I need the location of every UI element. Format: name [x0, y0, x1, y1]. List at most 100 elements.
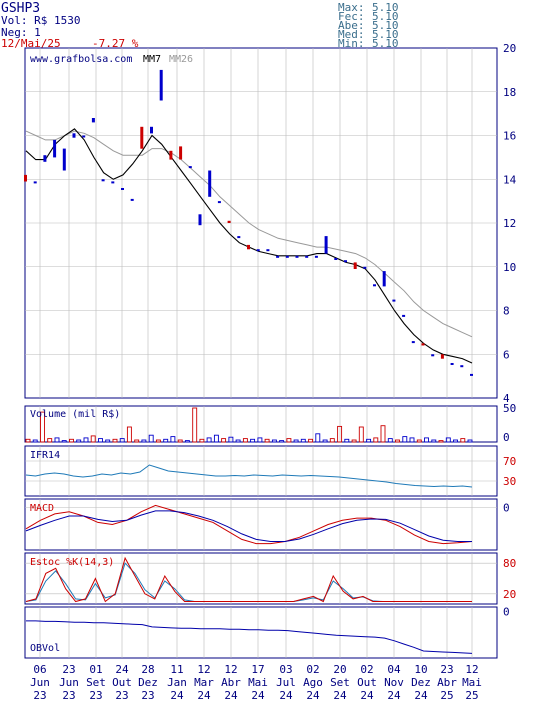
price-candle	[72, 133, 76, 138]
price-candle	[295, 255, 299, 258]
x-tick-month-6: Mar	[194, 676, 214, 689]
price-candle	[169, 150, 173, 160]
x-tick-year-12: 24	[360, 689, 374, 702]
price-candle	[460, 365, 464, 368]
price-y-tick-8: 20	[503, 42, 516, 55]
price-candle	[150, 126, 153, 134]
x-tick-year-2: 23	[89, 689, 102, 702]
price-candle	[450, 363, 454, 365]
price-y-tick-3: 10	[503, 261, 516, 274]
price-candle	[285, 255, 289, 258]
x-tick-day-2: 01	[89, 663, 102, 676]
x-tick-month-16: Mai	[462, 676, 482, 689]
price-candle	[111, 181, 115, 184]
x-tick-month-14: Dez	[411, 676, 431, 689]
price-candle	[140, 126, 144, 149]
price-y-tick-2: 8	[503, 305, 510, 318]
price-y-tick-4: 12	[503, 217, 516, 230]
obv-title: OBVol	[30, 643, 60, 654]
price-candle	[130, 198, 134, 201]
x-tick-day-12: 02	[360, 663, 373, 676]
price-candle	[159, 69, 163, 101]
x-tick-day-16: 12	[465, 663, 478, 676]
price-candle	[62, 148, 66, 171]
price-candle	[256, 249, 260, 252]
price-candle	[227, 220, 231, 223]
volume-y-tick-1: 50	[503, 402, 516, 415]
x-tick-day-6: 12	[197, 663, 210, 676]
x-tick-month-15: Abr	[437, 676, 457, 689]
chart-canvas: 468101214161820www.grafbolsa.com MM7 MM26V…	[24, 42, 517, 702]
price-candle	[24, 174, 27, 182]
x-tick-day-0: 06	[33, 663, 46, 676]
stoch-y-tick-1: 80	[503, 557, 516, 570]
x-tick-year-7: 24	[224, 689, 238, 702]
x-tick-day-10: 02	[306, 663, 319, 676]
price-candle	[33, 181, 37, 184]
price-candle	[217, 201, 221, 204]
price-candle	[237, 236, 241, 239]
price-candle	[373, 284, 376, 287]
x-tick-day-13: 04	[387, 663, 401, 676]
price-candle	[470, 373, 473, 376]
price-candle	[82, 135, 86, 138]
price-candle	[382, 271, 386, 287]
x-tick-year-1: 23	[62, 689, 75, 702]
x-tick-month-2: Set	[86, 676, 106, 689]
price-y-tick-1: 6	[503, 348, 510, 361]
stoch-title: Estoc %K(14,3)	[30, 557, 114, 568]
price-candle	[353, 262, 357, 269]
stoch-y-tick-0: 20	[503, 588, 516, 601]
x-tick-day-7: 12	[224, 663, 237, 676]
price-candle	[324, 236, 328, 254]
x-tick-day-9: 03	[279, 663, 292, 676]
x-tick-year-5: 24	[170, 689, 184, 702]
price-candle	[411, 341, 415, 344]
macd-y-tick-0: 0	[503, 502, 510, 515]
x-tick-month-0: Jun	[30, 676, 50, 689]
legend-mm7: MM7	[143, 54, 161, 65]
x-tick-month-13: Nov	[384, 676, 404, 689]
x-tick-year-6: 24	[197, 689, 211, 702]
x-tick-month-3: Out	[112, 676, 132, 689]
price-candle	[101, 179, 105, 182]
x-tick-month-7: Abr	[221, 676, 241, 689]
price-y-tick-6: 16	[503, 130, 516, 143]
x-tick-day-5: 11	[170, 663, 183, 676]
macd-title: MACD	[30, 503, 54, 514]
x-tick-year-9: 24	[279, 689, 293, 702]
volume-title: Volume (mil R$)	[30, 409, 120, 420]
x-tick-day-11: 20	[333, 663, 346, 676]
price-candle	[305, 255, 309, 258]
x-tick-year-13: 24	[387, 689, 401, 702]
x-tick-month-8: Mai	[248, 676, 268, 689]
price-candle	[431, 354, 435, 357]
x-tick-month-1: Jun	[59, 676, 79, 689]
price-candle	[402, 314, 406, 317]
price-candle	[179, 146, 183, 160]
x-tick-year-10: 24	[306, 689, 320, 702]
price-y-tick-5: 14	[503, 173, 517, 186]
price-candle	[276, 255, 280, 258]
x-tick-month-4: Dez	[138, 676, 158, 689]
price-candle	[314, 255, 318, 258]
price-candle	[334, 258, 338, 260]
price-candle	[344, 260, 347, 263]
ifr-y-tick-0: 30	[503, 475, 516, 488]
x-tick-year-4: 23	[141, 689, 154, 702]
x-tick-year-16: 25	[465, 689, 478, 702]
price-candle	[392, 299, 396, 302]
price-candle	[440, 354, 444, 359]
price-candle	[363, 266, 367, 269]
x-tick-year-3: 23	[115, 689, 128, 702]
price-candle	[91, 118, 95, 123]
price-candle	[208, 170, 212, 197]
x-tick-month-11: Set	[330, 676, 350, 689]
price-candle	[188, 166, 192, 169]
x-tick-month-10: Ago	[303, 676, 323, 689]
x-tick-day-14: 10	[414, 663, 427, 676]
x-tick-year-8: 24	[251, 689, 265, 702]
price-candle	[421, 343, 425, 346]
ifr-title: IFR14	[30, 450, 60, 461]
ifr-y-tick-1: 70	[503, 455, 516, 468]
